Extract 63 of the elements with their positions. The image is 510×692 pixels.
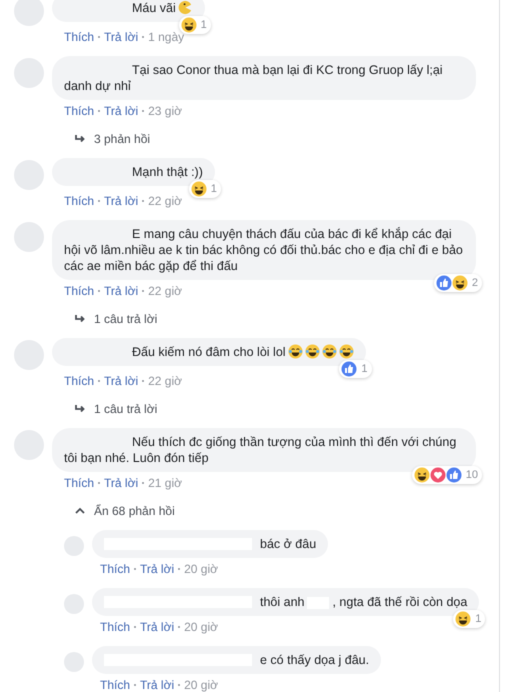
timestamp: 20 giờ [184,562,218,576]
reaction-badge[interactable]: 1 [453,610,486,628]
winking-emoticon-icon [178,0,193,15]
reply-link[interactable]: Trả lời [140,678,174,692]
like-link[interactable]: Thích [64,194,94,208]
comment-text: Máu vãi [132,1,176,15]
reply-arrow-icon [74,314,86,324]
laughing-face-icon [190,181,207,197]
replies-link[interactable]: Ẩn 68 phản hồi [94,504,175,518]
comment-text: Mạnh thật :)) [132,165,203,179]
replies-link[interactable]: 1 câu trả lời [94,312,158,326]
reply-link[interactable]: Trả lời [140,562,174,576]
like-link[interactable]: Thích [64,30,94,44]
reaction-badge[interactable]: 1 [188,180,221,198]
replies-link[interactable]: 3 phản hồi [94,132,150,146]
laughing-tears-emoji-icon [322,344,337,359]
like-link[interactable]: Thích [100,562,130,576]
reply-arrow-icon [74,404,86,414]
like-link[interactable]: Thích [64,476,94,490]
laughing-face-icon [452,275,468,291]
thumbs-up-icon [341,361,358,377]
comment-text: E mang câu chuyện thách đấu của bác đi kể khắp các đại hội võ lâm.nhiều ae k tin bác không có đối thủ.bác cho e địa chỉ đi e bảo các ae miền bác gặp để thi đấu [64,227,463,273]
like-link[interactable]: Thích [64,104,94,118]
comment-text: Tại sao Conor thua mà bạn lại đi KC trong Gruop lấy l;ại danh dự nhỉ [64,63,443,93]
like-link[interactable]: Thích [100,620,130,634]
timestamp: 20 giờ [184,678,218,692]
reply-link[interactable]: Trả lời [104,104,138,118]
timestamp: 22 giờ [148,374,182,388]
reply-link[interactable]: Trả lời [104,30,138,44]
comment-text: Đấu kiếm nó đâm cho lòi lol [132,345,286,359]
timestamp: 21 giờ [148,476,182,490]
caret-up-icon [74,506,86,516]
reply-link[interactable]: Trả lời [104,284,138,298]
reply-link[interactable]: Trả lời [104,194,138,208]
laughing-tears-emoji-icon [338,344,354,359]
comment-text: Nếu thích đc giống thần tượng của mình thì đến với chúng tôi bạn nhé. Luôn đón tiếp [64,435,456,465]
like-link[interactable]: Thích [100,678,130,692]
comment-text: thôi anh [260,595,304,609]
reply-link[interactable]: Trả lời [104,476,138,490]
replies-link[interactable]: 1 câu trả lời [94,402,158,416]
laughing-face-icon [180,17,197,33]
reply-link[interactable]: Trả lời [140,620,174,634]
reaction-badge[interactable]: 2 [434,274,482,292]
reaction-badge[interactable]: 1 [178,16,211,34]
laughing-tears-emoji-icon [288,344,303,359]
timestamp: 23 giờ [148,104,182,118]
reply-link[interactable]: Trả lời [104,374,138,388]
laughing-tears-emoji-icon [304,344,320,359]
reply-arrow-icon [74,134,86,144]
comment-text: e có thấy dọa j đâu. [260,653,370,667]
reaction-badge[interactable]: 1 [339,360,372,378]
thumbs-up-icon [446,467,462,483]
thumbs-up-icon [436,275,452,291]
laughing-face-icon [455,611,472,627]
laughing-face-icon [414,467,430,483]
like-link[interactable]: Thích [64,374,94,388]
like-link[interactable]: Thích [64,284,94,298]
comment-text: bác ở đâu [260,537,316,551]
reaction-badge[interactable]: 10 [412,466,482,484]
timestamp: 20 giờ [184,620,218,634]
timestamp: 22 giờ [148,194,182,208]
timestamp: 22 giờ [148,284,182,298]
comment-text: , ngta đã thế rồi còn dọa [332,595,468,609]
